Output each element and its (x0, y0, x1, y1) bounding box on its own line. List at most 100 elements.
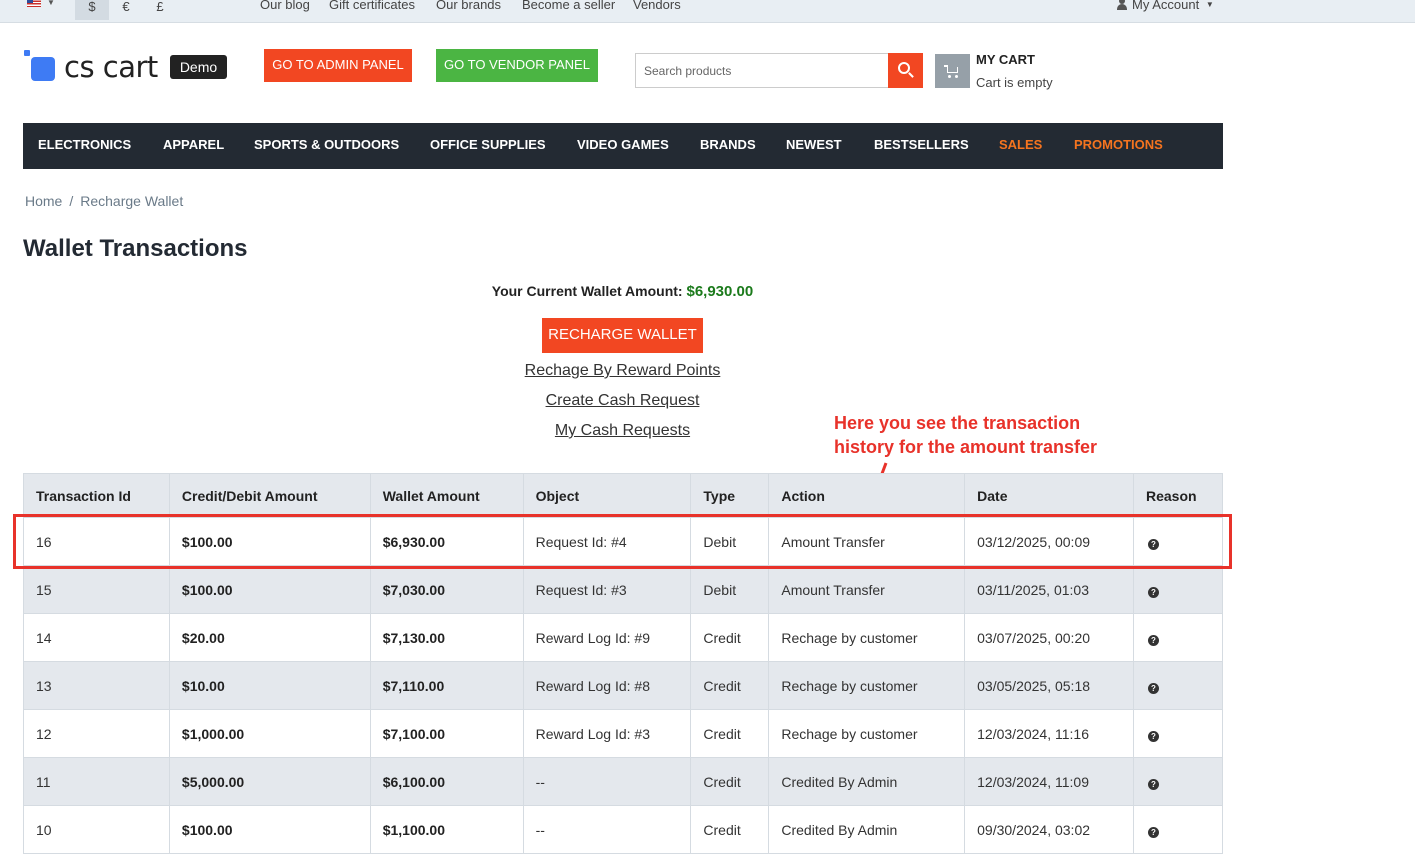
chevron-down-icon: ▼ (47, 0, 55, 7)
cell-reason: ? (1133, 709, 1223, 758)
demo-badge: Demo (170, 55, 227, 79)
cell-type: Credit (690, 661, 770, 710)
cart-status: Cart is empty (976, 75, 1053, 90)
cell-amount: $100.00 (168, 565, 371, 614)
table-row: 12 $1,000.00 $7,100.00 Reward Log Id: #3… (23, 709, 1223, 758)
cell-object: -- (522, 757, 692, 806)
question-circle-icon[interactable]: ? (1148, 778, 1159, 790)
col-credit-debit-amount: Credit/Debit Amount (168, 473, 371, 518)
question-circle-icon[interactable]: ? (1148, 682, 1159, 694)
recharge-wallet-button[interactable]: RECHARGE WALLET (542, 318, 703, 353)
menu-item-video-games[interactable]: VIDEO GAMES (577, 123, 669, 169)
annotation-highlight-box (13, 514, 1232, 569)
cell-type: Credit (690, 613, 770, 662)
annotation-line-1: Here you see the transaction (834, 413, 1081, 433)
question-circle-icon[interactable]: ? (1148, 730, 1159, 742)
menu-item-sports-outdoors[interactable]: SPORTS & OUTDOORS (254, 123, 399, 169)
cell-date: 12/03/2024, 11:16 (964, 709, 1134, 758)
link-become-seller[interactable]: Become a seller (522, 0, 615, 12)
top-bar: ▼ $ € £ Our blog Gift certificates Our b… (0, 0, 1415, 23)
menu-item-promotions[interactable]: PROMOTIONS (1074, 123, 1163, 169)
question-circle-icon[interactable]: ? (1148, 826, 1159, 838)
create-cash-request-link[interactable]: Create Cash Request (0, 392, 1245, 410)
col-object: Object (522, 473, 692, 518)
wallet-amount-value: $6,930.00 (686, 283, 754, 300)
link-our-brands[interactable]: Our brands (436, 0, 501, 12)
menu-item-bestsellers[interactable]: BESTSELLERS (874, 123, 969, 169)
table-header-row: Transaction Id Credit/Debit Amount Walle… (23, 473, 1223, 518)
wallet-amount-label: Your Current Wallet Amount: (491, 283, 683, 299)
language-selector[interactable]: ▼ (27, 0, 55, 12)
recharge-by-reward-points-link[interactable]: Rechage By Reward Points (0, 362, 1245, 380)
menu-item-newest[interactable]: NEWEST (786, 123, 842, 169)
cell-transaction-id: 14 (23, 613, 170, 662)
go-to-admin-panel-button[interactable]: GO TO ADMIN PANEL (264, 49, 412, 82)
cell-wallet-amount: $7,100.00 (369, 709, 524, 758)
menu-item-apparel[interactable]: APPAREL (163, 123, 224, 169)
currency-gbp[interactable]: £ (143, 0, 177, 20)
search-input[interactable] (635, 53, 888, 88)
cell-date: 09/30/2024, 03:02 (964, 805, 1134, 854)
logo-text: cs cart (64, 50, 158, 84)
question-circle-icon[interactable]: ? (1148, 586, 1159, 598)
cell-transaction-id: 10 (23, 805, 170, 854)
cell-action: Credited By Admin (768, 805, 966, 854)
logo-icon (23, 49, 57, 83)
table-row: 13 $10.00 $7,110.00 Reward Log Id: #8 Cr… (23, 661, 1223, 710)
cell-action: Amount Transfer (768, 565, 966, 614)
cell-date: 03/11/2025, 01:03 (964, 565, 1134, 614)
cart-button[interactable] (935, 54, 970, 88)
breadcrumb-separator: / (69, 193, 74, 209)
cell-reason: ? (1133, 565, 1223, 614)
currency-usd[interactable]: $ (75, 0, 109, 20)
cell-transaction-id: 13 (23, 661, 170, 710)
breadcrumb-home[interactable]: Home (25, 193, 62, 209)
my-account-label: My Account (1132, 0, 1200, 12)
menu-item-sales[interactable]: SALES (999, 123, 1042, 169)
cell-object: -- (522, 805, 692, 854)
cell-action: Rechage by customer (768, 661, 966, 710)
cart-title[interactable]: MY CART (976, 52, 1035, 67)
col-wallet-amount: Wallet Amount (369, 473, 524, 518)
cell-type: Credit (690, 805, 770, 854)
link-gift-certificates[interactable]: Gift certificates (329, 0, 415, 12)
cell-wallet-amount: $1,100.00 (369, 805, 524, 854)
table-row: 11 $5,000.00 $6,100.00 -- Credit Credite… (23, 757, 1223, 806)
us-flag-icon (27, 0, 41, 7)
wallet-amount-line: Your Current Wallet Amount: $6,930.00 (0, 283, 1245, 300)
chevron-down-icon: ▼ (1205, 0, 1214, 9)
go-to-vendor-panel-button[interactable]: GO TO VENDOR PANEL (436, 49, 598, 82)
link-vendors[interactable]: Vendors (633, 0, 681, 12)
question-circle-icon[interactable]: ? (1148, 634, 1159, 646)
cell-wallet-amount: $6,100.00 (369, 757, 524, 806)
link-our-blog[interactable]: Our blog (260, 0, 310, 12)
menu-item-electronics[interactable]: ELECTRONICS (38, 123, 131, 169)
cell-reason: ? (1133, 661, 1223, 710)
cell-wallet-amount: $7,030.00 (369, 565, 524, 614)
cell-amount: $5,000.00 (168, 757, 371, 806)
cart-icon (944, 65, 958, 73)
cell-action: Rechage by customer (768, 709, 966, 758)
cell-amount: $1,000.00 (168, 709, 371, 758)
search-button[interactable] (888, 53, 923, 88)
menu-item-office-supplies[interactable]: OFFICE SUPPLIES (430, 123, 546, 169)
main-menu: ELECTRONICS APPAREL SPORTS & OUTDOORS OF… (23, 123, 1223, 169)
cell-transaction-id: 15 (23, 565, 170, 614)
cell-amount: $10.00 (168, 661, 371, 710)
col-reason: Reason (1133, 473, 1223, 518)
cell-reason: ? (1133, 613, 1223, 662)
breadcrumb-current: Recharge Wallet (80, 193, 184, 209)
my-account-menu[interactable]: My Account ▼ (1116, 0, 1214, 12)
breadcrumb: Home / Recharge Wallet (25, 193, 183, 209)
cell-date: 03/07/2025, 00:20 (964, 613, 1134, 662)
cell-type: Debit (690, 565, 770, 614)
table-row: 15 $100.00 $7,030.00 Request Id: #3 Debi… (23, 565, 1223, 614)
cell-transaction-id: 11 (23, 757, 170, 806)
currency-eur[interactable]: € (109, 0, 143, 20)
cell-type: Credit (690, 709, 770, 758)
cell-date: 12/03/2024, 11:09 (964, 757, 1134, 806)
cell-object: Reward Log Id: #3 (522, 709, 692, 758)
col-date: Date (964, 473, 1134, 518)
cell-action: Credited By Admin (768, 757, 966, 806)
menu-item-brands[interactable]: BRANDS (700, 123, 756, 169)
